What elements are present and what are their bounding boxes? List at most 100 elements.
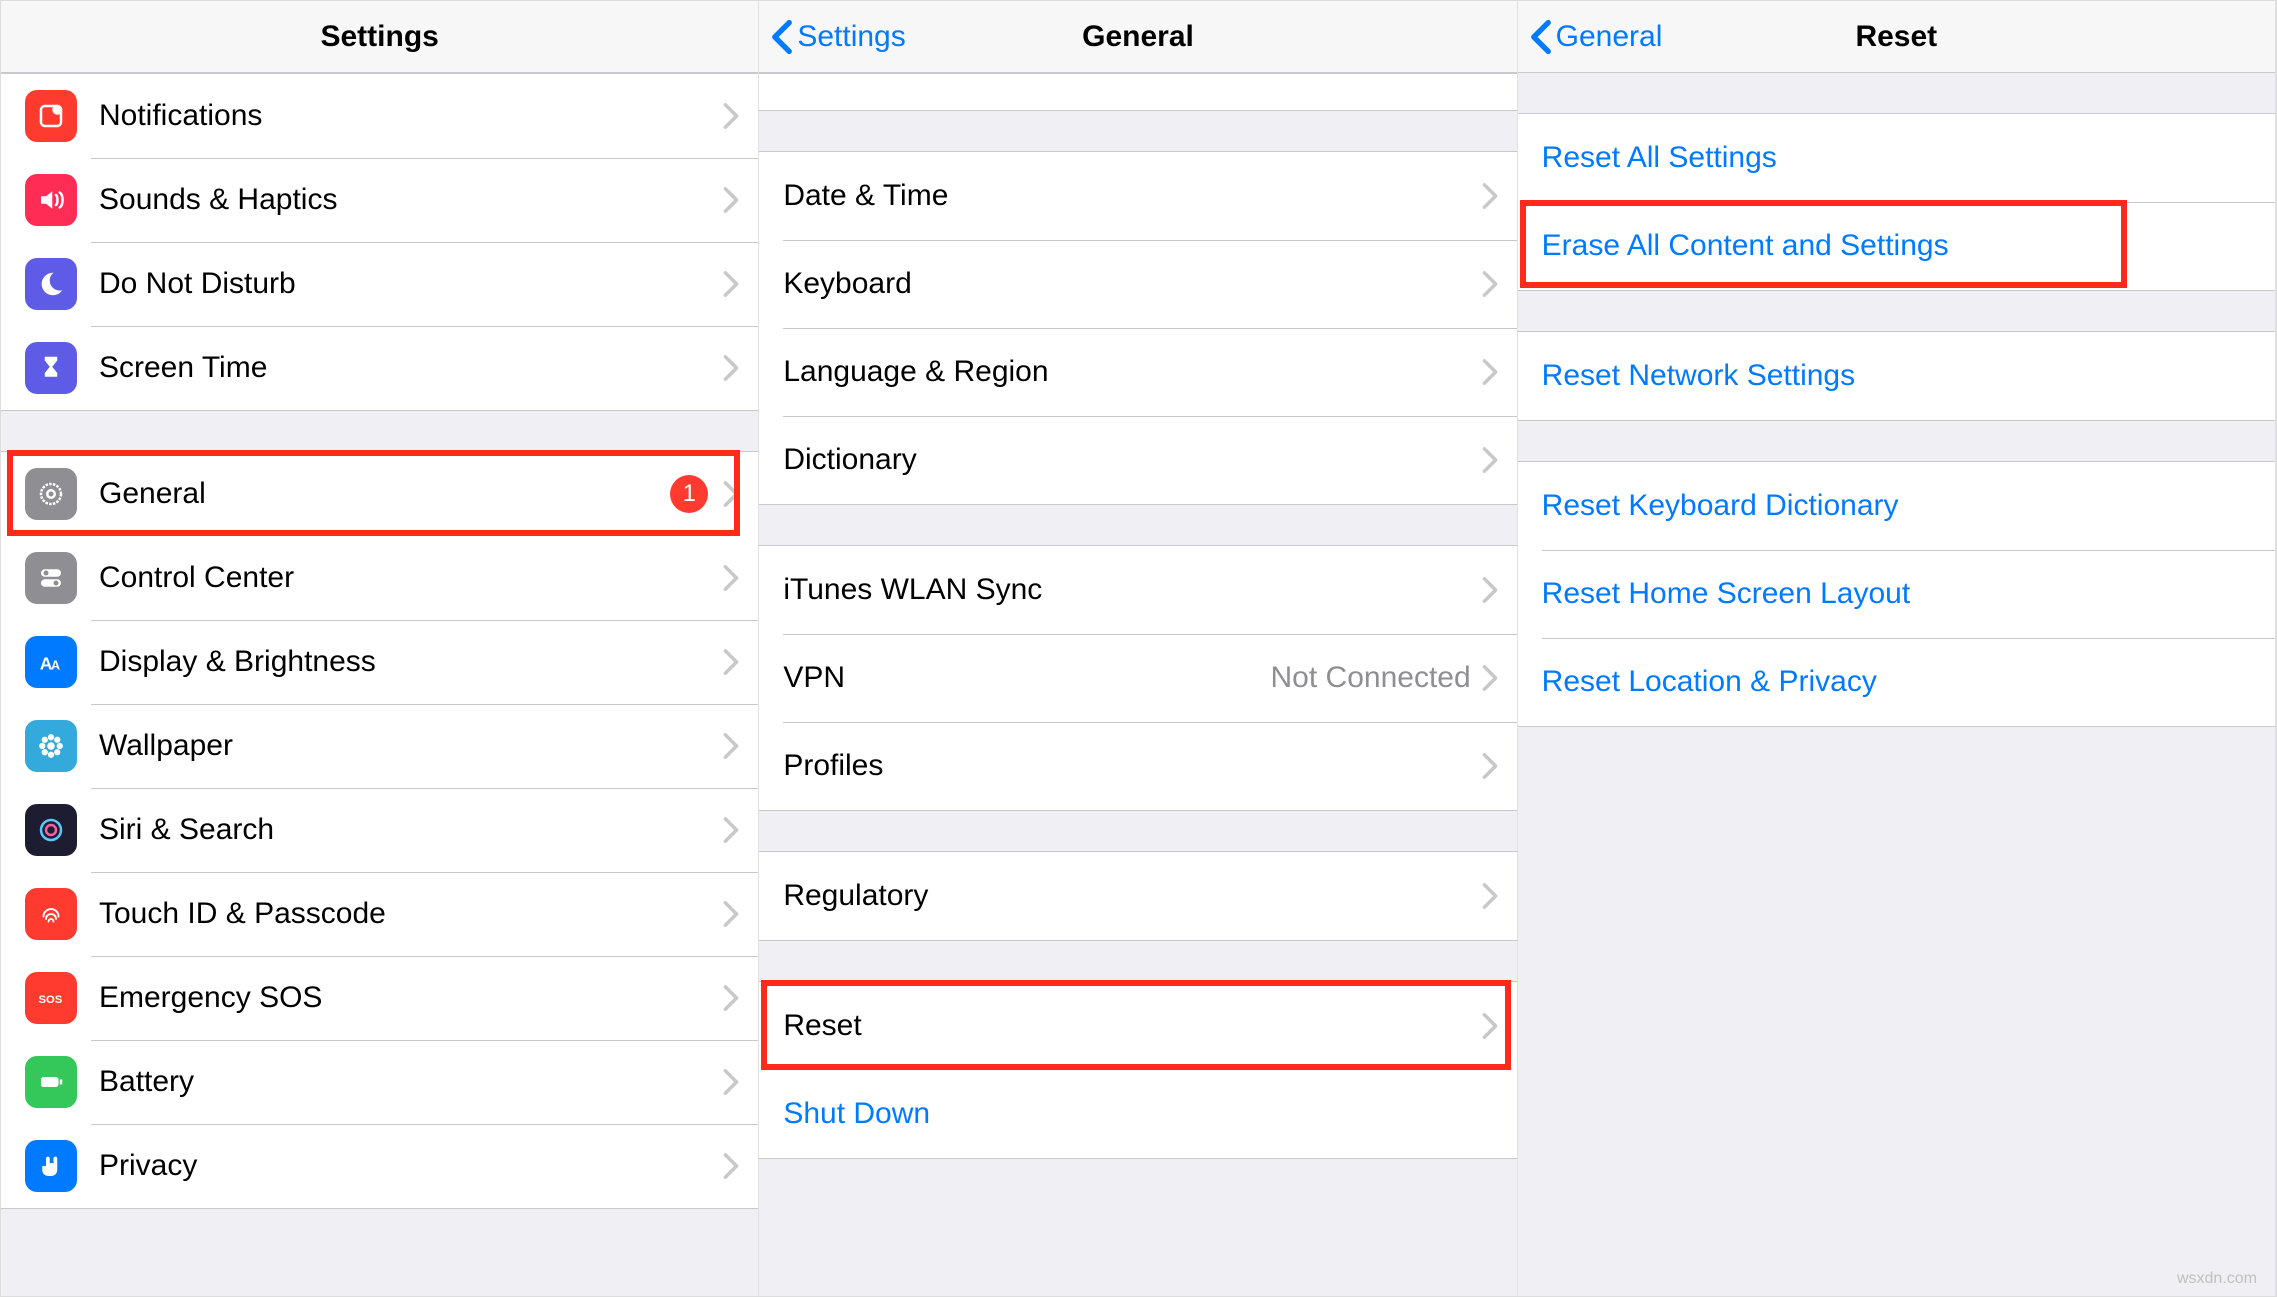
row-language-region[interactable]: Language & Region: [759, 328, 1516, 416]
chevron-right-icon: [722, 480, 740, 508]
row-label: Touch ID & Passcode: [99, 897, 386, 931]
row-shut-down[interactable]: Shut Down: [759, 1070, 1516, 1158]
row-detail: Not Connected: [1271, 661, 1471, 695]
row-regulatory[interactable]: Regulatory: [759, 852, 1516, 940]
back-button[interactable]: General: [1530, 1, 1663, 72]
chevron-right-icon: [722, 270, 740, 298]
row-siri-search[interactable]: Siri & Search: [1, 788, 758, 872]
row-erase-all-content[interactable]: Erase All Content and Settings: [1518, 202, 2275, 290]
chevron-right-icon: [1481, 270, 1499, 298]
row-label: Do Not Disturb: [99, 267, 296, 301]
reset-panel: General Reset Reset All Settings Erase A…: [1518, 1, 2276, 1296]
row-control-center[interactable]: Control Center: [1, 536, 758, 620]
row-reset-home-screen[interactable]: Reset Home Screen Layout: [1518, 550, 2275, 638]
row-label: Reset Keyboard Dictionary: [1542, 489, 1899, 523]
moon-icon: [25, 258, 77, 310]
chevron-right-icon: [722, 354, 740, 382]
row-reset-network[interactable]: Reset Network Settings: [1518, 332, 2275, 420]
row-reset-keyboard-dictionary[interactable]: Reset Keyboard Dictionary: [1518, 462, 2275, 550]
row-label: Notifications: [99, 99, 262, 133]
navbar-general: Settings General: [759, 1, 1516, 73]
siri-icon: [25, 804, 77, 856]
row-label: Shut Down: [783, 1097, 930, 1131]
row-reset-location-privacy[interactable]: Reset Location & Privacy: [1518, 638, 2275, 726]
back-label: General: [1556, 20, 1663, 54]
svg-text:SOS: SOS: [39, 994, 63, 1006]
row-label: Sounds & Haptics: [99, 183, 337, 217]
row-label: Reset All Settings: [1542, 141, 1777, 175]
page-title: Reset: [1855, 20, 1937, 54]
row-touch-id[interactable]: Touch ID & Passcode: [1, 872, 758, 956]
chevron-right-icon: [722, 102, 740, 130]
row-reset-all-settings[interactable]: Reset All Settings: [1518, 114, 2275, 202]
row-reset[interactable]: Reset: [759, 982, 1516, 1070]
row-label: Screen Time: [99, 351, 267, 385]
row-general[interactable]: General 1: [1, 452, 758, 536]
gear-icon: [25, 468, 77, 520]
general-content: Date & Time Keyboard Language & Region D…: [759, 73, 1516, 1296]
row-wallpaper[interactable]: Wallpaper: [1, 704, 758, 788]
row-label: Erase All Content and Settings: [1542, 229, 1949, 263]
back-label: Settings: [797, 20, 905, 54]
sounds-icon: [25, 174, 77, 226]
row-profiles[interactable]: Profiles: [759, 722, 1516, 810]
toggles-icon: [25, 552, 77, 604]
chevron-right-icon: [722, 186, 740, 214]
row-display-brightness[interactable]: AA Display & Brightness: [1, 620, 758, 704]
sos-icon: SOS: [25, 972, 77, 1024]
row-label: Reset: [783, 1009, 861, 1043]
battery-icon: [25, 1056, 77, 1108]
chevron-right-icon: [722, 648, 740, 676]
chevron-right-icon: [722, 732, 740, 760]
row-sounds-haptics[interactable]: Sounds & Haptics: [1, 158, 758, 242]
chevron-right-icon: [1481, 882, 1499, 910]
fingerprint-icon: [25, 888, 77, 940]
row-vpn[interactable]: VPN Not Connected: [759, 634, 1516, 722]
row-privacy[interactable]: Privacy: [1, 1124, 758, 1208]
chevron-right-icon: [722, 1068, 740, 1096]
row-label: Reset Network Settings: [1542, 359, 1855, 393]
chevron-right-icon: [1481, 1012, 1499, 1040]
hourglass-icon: [25, 342, 77, 394]
hand-icon: [25, 1140, 77, 1192]
row-label: Emergency SOS: [99, 981, 322, 1015]
chevron-right-icon: [722, 1152, 740, 1180]
row-label: Language & Region: [783, 355, 1048, 389]
notification-badge: 1: [670, 475, 708, 513]
flower-icon: [25, 720, 77, 772]
row-label: Keyboard: [783, 267, 911, 301]
row-battery[interactable]: Battery: [1, 1040, 758, 1124]
row-label: Control Center: [99, 561, 294, 595]
row-screen-time[interactable]: Screen Time: [1, 326, 758, 410]
row-notifications[interactable]: Notifications: [1, 74, 758, 158]
chevron-right-icon: [722, 984, 740, 1012]
row-date-time[interactable]: Date & Time: [759, 152, 1516, 240]
row-do-not-disturb[interactable]: Do Not Disturb: [1, 242, 758, 326]
partial-row: [759, 74, 1516, 110]
row-dictionary[interactable]: Dictionary: [759, 416, 1516, 504]
row-label: General: [99, 477, 206, 511]
page-title: General: [1082, 20, 1194, 54]
general-panel: Settings General Date & Time Keyboard La…: [759, 1, 1517, 1296]
row-label: Dictionary: [783, 443, 916, 477]
row-label: Battery: [99, 1065, 194, 1099]
chevron-right-icon: [1481, 576, 1499, 604]
row-label: Reset Location & Privacy: [1542, 665, 1877, 699]
row-label: Reset Home Screen Layout: [1542, 577, 1911, 611]
navbar-settings: Settings: [1, 1, 758, 73]
svg-text:A: A: [51, 659, 60, 673]
back-button[interactable]: Settings: [771, 1, 905, 72]
settings-content: Notifications Sounds & Haptics Do Not Di…: [1, 73, 758, 1296]
row-emergency-sos[interactable]: SOS Emergency SOS: [1, 956, 758, 1040]
notifications-icon: [25, 90, 77, 142]
chevron-right-icon: [1481, 182, 1499, 210]
chevron-right-icon: [722, 564, 740, 592]
row-label: Date & Time: [783, 179, 948, 213]
row-keyboard[interactable]: Keyboard: [759, 240, 1516, 328]
chevron-right-icon: [1481, 752, 1499, 780]
row-itunes-wlan-sync[interactable]: iTunes WLAN Sync: [759, 546, 1516, 634]
reset-content: Reset All Settings Erase All Content and…: [1518, 73, 2275, 1296]
row-label: Display & Brightness: [99, 645, 376, 679]
row-label: Wallpaper: [99, 729, 233, 763]
chevron-right-icon: [722, 900, 740, 928]
